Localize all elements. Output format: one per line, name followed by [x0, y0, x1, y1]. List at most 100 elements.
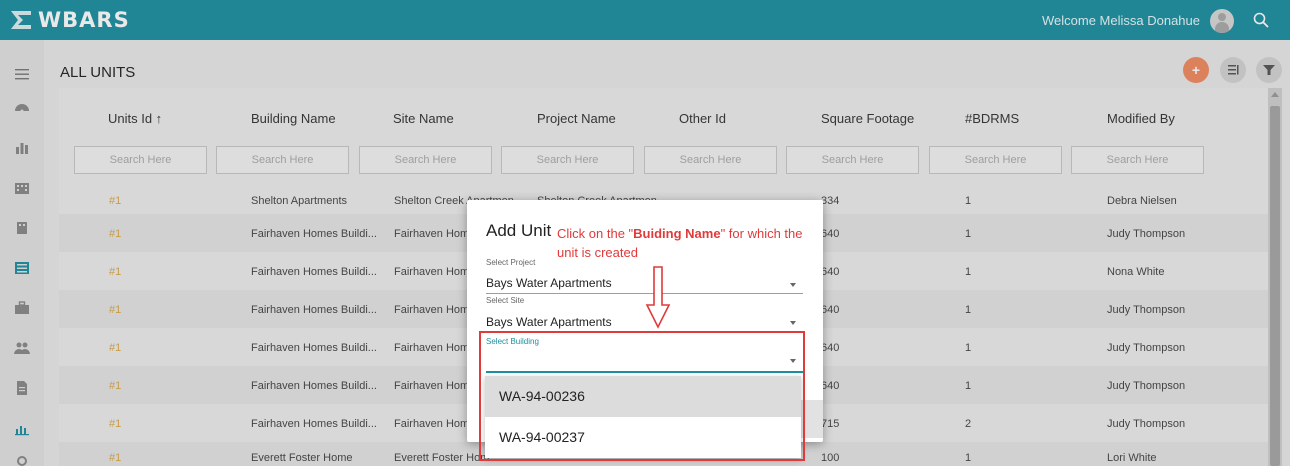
search-input-project-name[interactable] [501, 146, 634, 174]
instruction-callout: Click on the "Buiding Name" for which th… [557, 224, 817, 262]
cell-units-id[interactable]: #1 [109, 304, 121, 316]
cell-modified-by: Judy Thompson [1107, 228, 1186, 240]
document-icon[interactable] [13, 379, 31, 397]
chevron-down-icon[interactable] [790, 321, 796, 325]
cell-bdrms: 1 [965, 342, 972, 354]
columns-button[interactable] [1220, 57, 1246, 83]
down-arrow-icon [645, 266, 671, 329]
search-input-units-id[interactable] [74, 146, 207, 174]
search-input-bdrms[interactable] [929, 146, 1062, 174]
plus-icon: + [1191, 62, 1201, 78]
cell-bdrms: 2 [965, 418, 972, 430]
avatar[interactable] [1210, 9, 1234, 33]
cell-units-id[interactable]: #1 [109, 342, 121, 354]
project-select[interactable]: Bays Water Apartments [486, 276, 612, 290]
cell-building-name: Fairhaven Homes Buildi... [251, 266, 377, 278]
columns-icon [1228, 65, 1239, 75]
units-icon[interactable] [13, 259, 31, 277]
cell-units-id[interactable]: #1 [109, 195, 121, 207]
column-header-building-name[interactable]: Building Name [251, 111, 336, 126]
cell-units-id[interactable]: #1 [109, 266, 121, 278]
cell-modified-by: Debra Nielsen [1107, 195, 1177, 207]
cell-square-footage: 100 [821, 452, 840, 464]
cell-building-name: Fairhaven Homes Buildi... [251, 342, 377, 354]
cell-square-footage: 640 [821, 342, 840, 354]
search-input-square-footage[interactable] [786, 146, 919, 174]
dashboard-icon[interactable] [13, 99, 31, 117]
cell-modified-by: Judy Thompson [1107, 342, 1186, 354]
avatar-body [1215, 22, 1229, 33]
avatar-head [1218, 13, 1226, 21]
menu-icon[interactable] [13, 65, 31, 83]
cell-bdrms: 1 [965, 452, 972, 464]
cell-building-name: Shelton Apartments [251, 195, 348, 207]
column-header-modified-by[interactable]: Modified By [1107, 111, 1175, 126]
add-unit-button[interactable]: + [1183, 57, 1209, 83]
analytics-icon[interactable] [13, 139, 31, 157]
site-select-label: Select Site [486, 296, 525, 305]
top-bar: WBARS Welcome Melissa Donahue [0, 0, 1290, 40]
column-header-bdrms[interactable]: #BDRMS [965, 111, 1019, 126]
column-header-square-footage[interactable]: Square Footage [821, 111, 914, 126]
cell-units-id[interactable]: #1 [109, 418, 121, 430]
cell-modified-by: Judy Thompson [1107, 304, 1186, 316]
site-select-underline [486, 332, 803, 333]
logo-text: WBARS [38, 8, 130, 32]
cell-modified-by: Lori White [1107, 452, 1157, 464]
cell-square-footage: 640 [821, 228, 840, 240]
cell-square-footage: 334 [821, 195, 840, 207]
site-icon[interactable] [13, 219, 31, 237]
chart-icon[interactable] [13, 419, 31, 437]
filter-icon [1263, 65, 1275, 75]
building-option[interactable]: WA-94-00236 [485, 376, 801, 417]
site-select[interactable]: Bays Water Apartments [486, 315, 612, 329]
filter-button[interactable] [1256, 57, 1282, 83]
cell-units-id[interactable]: #1 [109, 380, 121, 392]
column-header-site-name[interactable]: Site Name [393, 111, 454, 126]
column-header-units-id[interactable]: Units Id ↑ [108, 111, 162, 126]
cell-building-name: Fairhaven Homes Buildi... [251, 418, 377, 430]
cell-modified-by: Judy Thompson [1107, 418, 1186, 430]
search-input-site-name[interactable] [359, 146, 492, 174]
callout-prefix: Click on the " [557, 226, 634, 241]
chevron-down-icon[interactable] [790, 283, 796, 287]
welcome-text: Welcome Melissa Donahue [1042, 13, 1200, 28]
cell-bdrms: 1 [965, 228, 972, 240]
cell-building-name: Fairhaven Homes Buildi... [251, 304, 377, 316]
search-input-other-id[interactable] [644, 146, 777, 174]
scroll-up-icon[interactable] [1271, 92, 1279, 97]
scroll-thumb[interactable] [1270, 106, 1280, 466]
cell-units-id[interactable]: #1 [109, 452, 121, 464]
cell-square-footage: 640 [821, 304, 840, 316]
cell-units-id[interactable]: #1 [109, 228, 121, 240]
cell-square-footage: 715 [821, 418, 840, 430]
settings-icon[interactable] [13, 452, 31, 466]
cell-bdrms: 1 [965, 266, 972, 278]
search-icon[interactable] [1252, 11, 1270, 29]
logo-icon [11, 11, 31, 29]
cell-square-footage: 640 [821, 266, 840, 278]
search-input-modified-by[interactable] [1071, 146, 1204, 174]
chevron-down-icon[interactable] [790, 359, 796, 363]
cell-building-name: Fairhaven Homes Buildi... [251, 228, 377, 240]
table-scrollbar[interactable] [1268, 88, 1282, 466]
cell-modified-by: Nona White [1107, 266, 1165, 278]
building-icon[interactable] [13, 179, 31, 197]
cell-square-footage: 640 [821, 380, 840, 392]
dialog-title: Add Unit [486, 221, 552, 240]
project-select-label: Select Project [486, 258, 536, 267]
column-header-project-name[interactable]: Project Name [537, 111, 616, 126]
column-header-other-id[interactable]: Other Id [679, 111, 726, 126]
callout-highlight: Buiding Name [633, 226, 721, 241]
cell-building-name: Everett Foster Home [251, 452, 353, 464]
briefcase-icon[interactable] [13, 299, 31, 317]
users-icon[interactable] [13, 339, 31, 357]
cell-building-name: Fairhaven Homes Buildi... [251, 380, 377, 392]
search-input-building-name[interactable] [216, 146, 349, 174]
page-header: ALL UNITS [44, 40, 1290, 88]
cell-bdrms: 1 [965, 195, 972, 207]
cell-bdrms: 1 [965, 380, 972, 392]
building-option[interactable]: WA-94-00237 [485, 417, 801, 458]
app-logo[interactable]: WBARS [10, 6, 130, 34]
cell-modified-by: Judy Thompson [1107, 380, 1186, 392]
